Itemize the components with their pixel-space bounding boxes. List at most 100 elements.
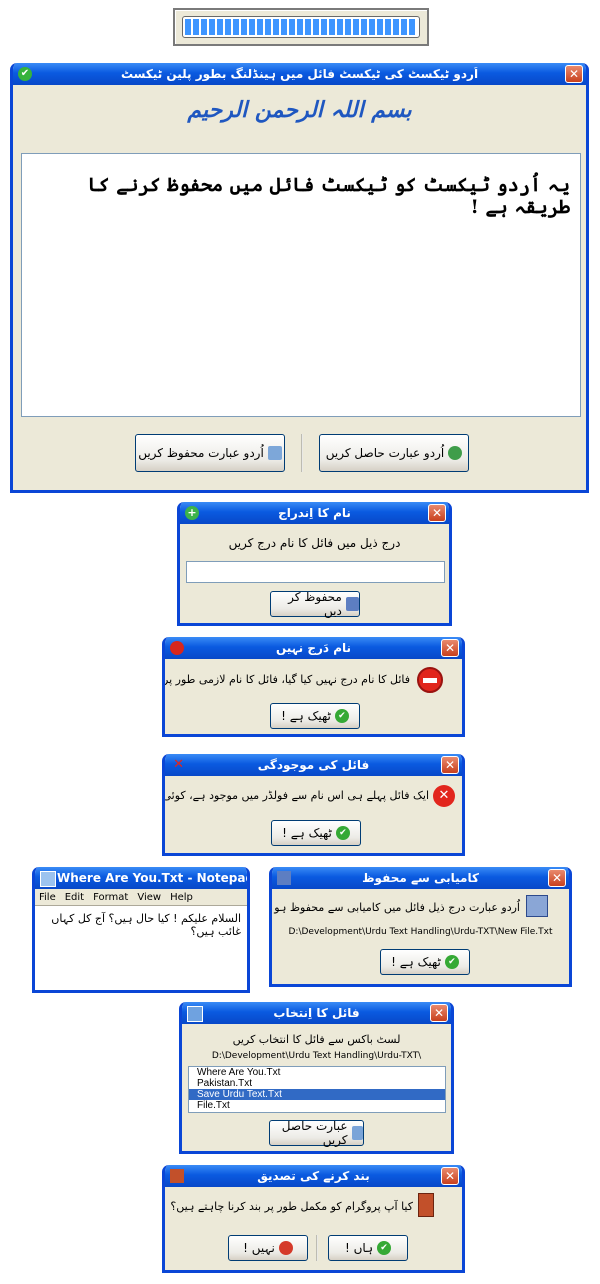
notepad-menubar: File Edit Format View Help <box>35 889 247 905</box>
splash-progress-frame <box>173 8 429 46</box>
close-icon[interactable]: ✕ <box>565 65 583 83</box>
save-success-message: اُردو عبارت درج ذیل فائل میں کامیابی سے … <box>272 901 520 914</box>
splash-progress-track <box>182 16 420 38</box>
file-list[interactable]: Where Are You.Txt Pakistan.Txt Save Urdu… <box>188 1066 446 1113</box>
yes-label: ہاں ! <box>344 1241 374 1255</box>
saved-file-path: D:\Development\Urdu Text Handling\Urdu-T… <box>288 927 553 937</box>
save-urdu-button[interactable]: اُردو عبارت محفوظ کریں <box>135 434 285 472</box>
folder-path: D:\Development\Urdu Text Handling\Urdu-T… <box>211 1051 422 1061</box>
exit-door-large-icon <box>418 1193 434 1217</box>
get-text-label: عبارت حاصل کریں <box>281 1119 348 1147</box>
button-divider <box>316 1235 318 1261</box>
main-window: ✔ اُردو ٹیکسٹ کی ٹیکسٹ فائل میں ہینڈلنگ … <box>10 63 589 493</box>
name-entry-title: نام کا اِندراج <box>278 506 351 520</box>
ok-button[interactable]: ✔ ٹھیک ہے ! <box>271 820 361 846</box>
close-icon[interactable]: ✕ <box>548 869 566 887</box>
file-exists-message: ایک فائل پہلے ہی اس نام سے فولڈر میں موج… <box>162 789 429 802</box>
close-confirm-title: بند کرنے کی تصدیق <box>257 1169 370 1183</box>
save-success-titlebar[interactable]: کامیابی سے محفوظ ✕ <box>272 867 569 889</box>
ok-button[interactable]: ✔ ٹھیک ہے ! <box>270 703 360 729</box>
close-icon[interactable]: ✕ <box>441 756 459 774</box>
name-entry-titlebar[interactable]: + نام کا اِندراج ✕ <box>180 502 449 524</box>
notepad-content: السلام علیکم ! کیا حال ہیں؟ آج کل کہاں غ… <box>51 912 241 938</box>
menu-edit[interactable]: Edit <box>65 892 84 903</box>
name-missing-titlebar[interactable]: نام دَرج نہیں ✕ <box>165 637 462 659</box>
save-disk-icon <box>526 895 548 917</box>
file-select-prompt: لسٹ باکس سے فائل کا انتخاب کریں <box>232 1033 401 1046</box>
name-missing-message: فائل کا نام درج نہیں کیا گیا، فائل کا نا… <box>162 673 410 686</box>
refresh-icon <box>448 446 463 460</box>
ok-button[interactable]: ✔ ٹھیک ہے ! <box>380 949 470 975</box>
close-confirm-message: کیا آپ پروگرام کو مکمل طور پر بند کرنا چ… <box>170 1200 413 1213</box>
name-entry-prompt: درج ذیل میں فائل کا نام درج کریں <box>228 536 401 550</box>
list-item[interactable]: Where Are You.Txt <box>189 1067 445 1078</box>
close-confirm-titlebar[interactable]: بند کرنے کی تصدیق ✕ <box>165 1165 462 1187</box>
ok-label: ٹھیک ہے ! <box>281 709 331 723</box>
ok-label: ٹھیک ہے ! <box>391 955 441 969</box>
list-item[interactable]: Save Urdu Text.Txt <box>189 1089 445 1100</box>
no-entry-icon <box>417 667 443 693</box>
get-text-button[interactable]: عبارت حاصل کریں <box>269 1119 364 1147</box>
check-icon: ✔ <box>334 709 349 723</box>
main-titlebar[interactable]: ✔ اُردو ٹیکسٹ کی ٹیکسٹ فائل میں ہینڈلنگ … <box>13 63 586 85</box>
ok-label: ٹھیک ہے ! <box>282 826 332 840</box>
notepad-title: Where Are You.Txt - Notepad <box>57 871 247 885</box>
menu-format[interactable]: Format <box>93 892 128 903</box>
file-select-dialog: فائل کا اِنتخاب ✕ لسٹ باکس سے فائل کا ان… <box>179 1002 454 1154</box>
name-entry-dialog: + نام کا اِندراج ✕ درج ذیل میں فائل کا ن… <box>177 502 452 626</box>
check-icon: ✔ <box>377 1241 392 1255</box>
save-urdu-label: اُردو عبارت محفوظ کریں <box>138 446 264 460</box>
no-label: نہیں ! <box>243 1241 275 1255</box>
close-confirm-dialog: بند کرنے کی تصدیق ✕ کیا آپ پروگرام کو مک… <box>162 1165 465 1273</box>
urdu-text-content: یہ اُردو ٹیکسٹ کو ٹیکسٹ فائل میں محفوظ ک… <box>87 174 570 218</box>
stop-icon <box>170 641 184 655</box>
notepad-titlebar[interactable]: Where Are You.Txt - Notepad <box>35 867 247 889</box>
upload-icon <box>267 446 282 460</box>
file-select-titlebar[interactable]: فائل کا اِنتخاب ✕ <box>182 1002 451 1024</box>
green-check-icon: ✔ <box>18 67 32 81</box>
close-icon[interactable]: ✕ <box>441 1167 459 1185</box>
button-divider <box>301 434 303 472</box>
splash-progress-fill <box>185 19 417 35</box>
yes-button[interactable]: ✔ ہاں ! <box>328 1235 408 1261</box>
name-missing-dialog: نام دَرج نہیں ✕ فائل کا نام درج نہیں کیا… <box>162 637 465 737</box>
check-icon: ✔ <box>444 955 459 969</box>
file-exists-title: فائل کی موجودگی <box>257 758 370 772</box>
urdu-text-area[interactable]: یہ اُردو ٹیکسٹ کو ٹیکسٹ فائل میں محفوظ ک… <box>21 153 581 417</box>
save-file-button[interactable]: محفوظ کر دیں <box>270 590 360 618</box>
menu-file[interactable]: File <box>39 892 56 903</box>
error-icon: ✕ <box>433 785 455 807</box>
main-title: اُردو ٹیکسٹ کی ٹیکسٹ فائل میں ہینڈلنگ بط… <box>120 67 479 81</box>
notepad-icon <box>40 871 56 887</box>
file-name-input[interactable] <box>186 561 445 583</box>
load-urdu-button[interactable]: اُردو عبارت حاصل کریں <box>319 434 469 472</box>
notepad-text-area[interactable]: السلام علیکم ! کیا حال ہیں؟ آج کل کہاں غ… <box>35 905 247 990</box>
file-select-title: فائل کا اِنتخاب <box>273 1006 360 1020</box>
file-exists-titlebar[interactable]: ✕ فائل کی موجودگی ✕ <box>165 754 462 776</box>
close-icon[interactable]: ✕ <box>441 639 459 657</box>
save-success-dialog: کامیابی سے محفوظ ✕ اُردو عبارت درج ذیل ف… <box>269 867 572 987</box>
list-item[interactable]: File.Txt <box>189 1100 445 1111</box>
list-item[interactable]: Pakistan.Txt <box>189 1078 445 1089</box>
bismillah-calligraphy: بسم اللہ الرحمن الرحیم <box>187 97 412 123</box>
close-icon[interactable]: ✕ <box>428 504 446 522</box>
no-button[interactable]: نہیں ! <box>228 1235 308 1261</box>
document-icon <box>351 1126 363 1140</box>
error-x-icon: ✕ <box>173 757 184 772</box>
save-success-title: کامیابی سے محفوظ <box>362 871 479 885</box>
exit-door-icon <box>170 1169 184 1183</box>
load-urdu-label: اُردو عبارت حاصل کریں <box>325 446 445 460</box>
check-icon: ✔ <box>335 826 350 840</box>
menu-help[interactable]: Help <box>170 892 193 903</box>
save-file-label: محفوظ کر دیں <box>288 590 342 618</box>
name-missing-title: نام دَرج نہیں <box>275 641 352 655</box>
file-exists-dialog: ✕ فائل کی موجودگی ✕ ✕ ایک فائل پہلے ہی ا… <box>162 754 465 856</box>
floppy-disk-icon <box>277 871 291 885</box>
file-icon <box>187 1006 203 1022</box>
menu-view[interactable]: View <box>137 892 161 903</box>
notepad-window: Where Are You.Txt - Notepad File Edit Fo… <box>32 867 250 993</box>
no-icon <box>278 1241 293 1255</box>
close-icon[interactable]: ✕ <box>430 1004 448 1022</box>
floppy-disk-icon <box>345 597 359 611</box>
add-icon: + <box>185 506 199 520</box>
